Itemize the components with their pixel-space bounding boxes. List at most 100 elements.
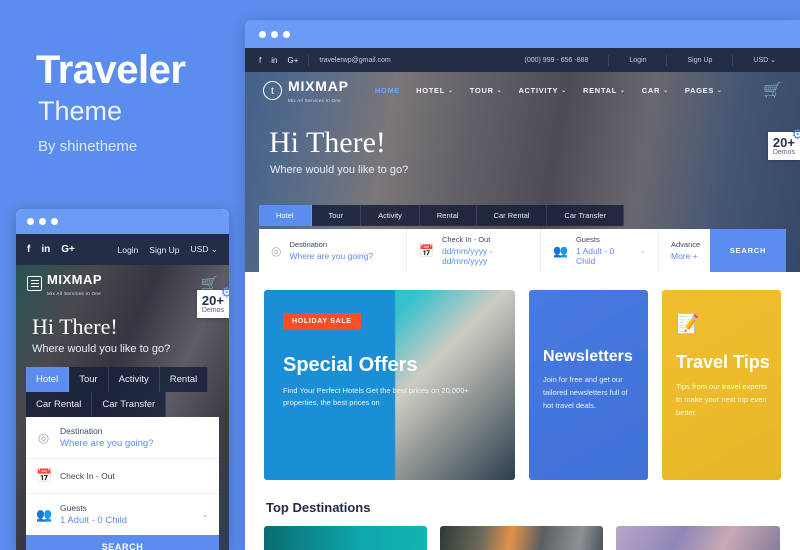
advance-more-link[interactable]: More + [671,251,700,261]
mobile-search-tab-car-transfer[interactable]: Car Transfer [92,392,167,417]
search-tab-tour[interactable]: Tour [311,205,362,226]
mobile-guests-field[interactable]: 👥 Guests 1 Adult - 0 Child ⌄ [26,494,219,535]
nav-label-activity: ACTIVITY [518,85,559,95]
chevron-down-icon: ⌄ [663,87,669,94]
destination-label: Destination [289,240,328,249]
linkedin-icon[interactable]: in [271,56,277,65]
people-icon: 👥 [36,506,53,522]
search-tab-hotel[interactable]: Hotel [259,205,312,226]
newsletters-card[interactable]: Newsletters Join for free and get our ta… [528,290,648,480]
basket-icon[interactable]: 🛒 [763,81,782,99]
facebook-icon[interactable]: f [259,56,261,65]
window-dot-close[interactable] [259,30,266,38]
search-tab-car-rental[interactable]: Car Rental [476,205,548,226]
mobile-site-logo[interactable]: MIXMAP Mix All Services In One [27,271,102,296]
destination-field[interactable]: ◎ Destination Where are you going? [259,229,407,272]
logo-text: MIXMAP [288,77,349,94]
facebook-icon[interactable]: f [27,244,30,255]
mobile-search-tab-car-rental[interactable]: Car Rental [26,392,93,417]
nav-item-pages[interactable]: PAGES ⌄ [685,86,723,95]
window-dot-maximize[interactable] [283,30,290,38]
top-destinations-row [245,515,800,550]
destination-card-3[interactable] [616,526,780,550]
top-destinations-title: Top Destinations [266,500,371,515]
search-tab-activity[interactable]: Activity [361,205,420,226]
contact-phone[interactable]: (000) 999 - 656 -888 [515,57,599,64]
mobile-top-bar: f in G+ Login Sign Up USD ⌄ [16,234,229,265]
mobile-guests-value: 1 Adult - 0 Child [60,515,128,526]
search-tab-car-transfer[interactable]: Car Transfer [547,205,625,226]
nav-item-car[interactable]: CAR ⌄ [642,86,669,95]
guests-field[interactable]: 👥 Guests 1 Adult - 0 Child ⌄ [541,229,659,272]
login-link[interactable]: Login [619,57,656,64]
mobile-topbar-right: Login Sign Up USD ⌄ [117,244,218,255]
travel-tips-card[interactable]: 📝 Travel Tips Tips from our travel exper… [661,290,782,480]
nav-label-hotel: HOTEL [416,85,446,95]
demos-badge[interactable]: ⚙ 20+ Demos [767,126,800,161]
nav-item-tour[interactable]: TOUR ⌄ [470,86,503,95]
location-pin-icon: ◎ [37,429,50,445]
mobile-demos-badge[interactable]: ⚙ 20+ Demos [196,284,229,319]
nav-item-rental[interactable]: RENTAL ⌄ [583,86,626,95]
mobile-window-titlebar [16,209,229,234]
chevron-down-icon[interactable]: ⌄ [201,509,209,520]
demos-label: Demos [772,149,795,156]
mobile-search-tab-rental[interactable]: Rental [159,367,209,392]
window-dot-close[interactable] [27,218,34,225]
mobile-search-tab-tour[interactable]: Tour [69,367,109,392]
checkinout-input[interactable]: dd/mm/yyyy - dd/mm/yyyy [442,246,528,266]
mobile-logo-text: MIXMAP [47,272,102,288]
topbar-right-group: (000) 999 - 656 -888 Login Sign Up USD ⌄ [515,54,786,66]
currency-selector[interactable]: USD ⌄ [743,56,786,64]
hero-heading: Hi There! [269,126,386,159]
chevron-down-icon: ⌄ [448,87,454,94]
hamburger-menu-icon[interactable] [27,276,42,291]
logo-mark-icon: t [263,80,282,100]
destination-input[interactable]: Where are you going? [289,251,373,261]
mobile-browser-window: f in G+ Login Sign Up USD ⌄ MIXMAP Mix A… [16,209,229,550]
special-offers-title: Special Offers [283,354,418,376]
googleplus-icon[interactable]: G+ [61,244,75,255]
mobile-search-form: ◎ Destination Where are you going? 📅 Che… [26,417,219,535]
mobile-destination-field[interactable]: ◎ Destination Where are you going? [26,417,219,459]
contact-email[interactable]: travelerwp@gmail.com [319,57,390,64]
mobile-search-tab-activity[interactable]: Activity [108,367,160,392]
search-tab-rental[interactable]: Rental [419,205,477,226]
special-offers-card[interactable]: HOLIDAY SALE Special Offers Find Your Pe… [264,290,515,480]
calendar-icon: 📅 [36,468,53,483]
destination-card-1[interactable] [264,526,427,550]
search-button[interactable]: SEARCH [710,229,786,272]
desktop-browser-window: f in G+ travelerwp@gmail.com (000) 999 -… [245,20,800,550]
chevron-down-icon: ⌄ [210,244,218,254]
nav-item-hotel[interactable]: HOTEL ⌄ [416,86,454,95]
chevron-down-icon[interactable]: ⌄ [639,246,646,255]
mobile-currency-label: USD [190,244,209,254]
promo-title: Traveler [36,48,186,92]
mobile-login-link[interactable]: Login [117,245,138,255]
promo-cards-row: HOLIDAY SALE Special Offers Find Your Pe… [245,272,800,480]
mobile-search-tab-hotel[interactable]: Hotel [26,367,70,392]
mobile-destination-input[interactable]: Where are you going? [60,438,153,449]
mobile-demos-label: Demos [201,307,224,314]
googleplus-icon[interactable]: G+ [287,56,298,65]
mobile-checkinout-field[interactable]: 📅 Check In - Out [26,459,219,494]
nav-item-activity[interactable]: ACTIVITY ⌄ [518,86,567,95]
nav-label-car: CAR [641,85,661,95]
window-dot-maximize[interactable] [51,218,58,225]
site-logo[interactable]: t MIXMAP Mix All Services In One [263,78,349,103]
mobile-search-button[interactable]: SEARCH [26,535,219,550]
signup-link[interactable]: Sign Up [677,57,722,64]
window-dot-minimize[interactable] [39,218,46,225]
mobile-signup-link[interactable]: Sign Up [149,245,179,255]
linkedin-icon[interactable]: in [41,244,50,255]
checkin-checkout-field[interactable]: 📅 Check In - Out dd/mm/yyyy - dd/mm/yyyy [407,229,541,272]
nav-item-home[interactable]: HOME [375,86,400,95]
destination-card-2[interactable] [440,526,603,550]
topbar-divider-4 [732,54,734,66]
advance-field[interactable]: Advance More + [659,229,710,272]
travel-tips-desc: Tips from our travel experts to make you… [675,382,767,417]
window-dot-minimize[interactable] [271,30,278,38]
mobile-currency-selector[interactable]: USD ⌄ [191,244,218,255]
chevron-down-icon: ⌄ [561,87,567,94]
desktop-window-titlebar [245,20,800,48]
